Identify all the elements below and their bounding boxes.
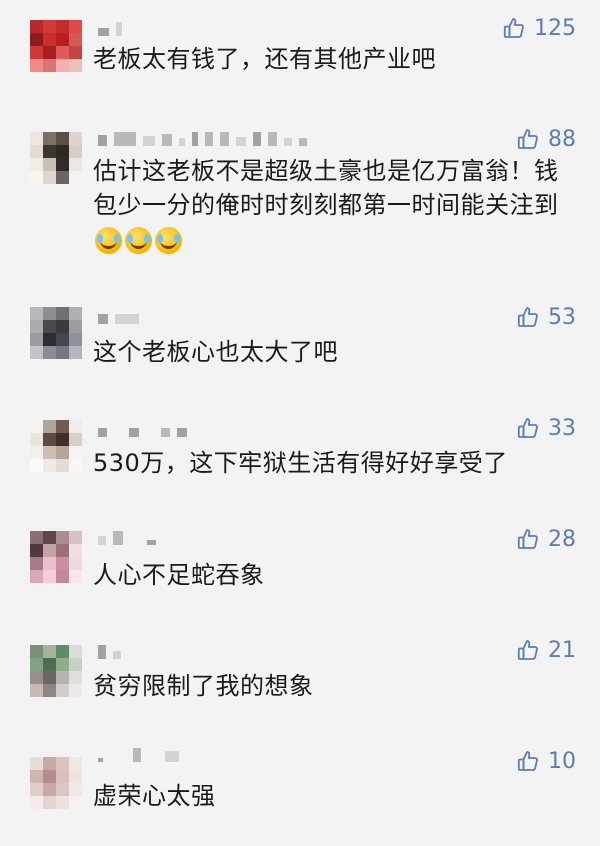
comment-item: 530万，这下牢狱生活有得好好享受了 33 xyxy=(0,413,600,513)
comment-text: 530万，这下牢狱生活有得好好享受了 xyxy=(93,449,508,477)
avatar[interactable] xyxy=(30,307,82,359)
thumbs-up-icon xyxy=(516,416,540,440)
username-blurred[interactable] xyxy=(98,645,121,659)
thumbs-up-icon xyxy=(516,527,540,551)
thumbs-up-icon xyxy=(502,16,526,40)
comment-text: 贫穷限制了我的想象 xyxy=(93,672,314,700)
avatar[interactable] xyxy=(30,20,82,72)
comment-text: 人心不足蛇吞象 xyxy=(93,561,265,589)
avatar[interactable] xyxy=(30,132,82,184)
comment-item: 这个老板心也太大了吧 53 xyxy=(0,302,600,402)
username-blurred[interactable] xyxy=(98,531,156,545)
like-count: 125 xyxy=(534,15,576,41)
avatar[interactable] xyxy=(30,420,82,472)
like-button[interactable]: 88 xyxy=(516,125,576,153)
like-button[interactable]: 53 xyxy=(516,303,576,331)
like-count: 28 xyxy=(548,526,576,552)
like-button[interactable]: 28 xyxy=(516,525,576,553)
emoji-row xyxy=(95,227,182,254)
avatar[interactable] xyxy=(30,531,82,583)
comment-text: 老板太有钱了，还有其他产业吧 xyxy=(93,45,436,73)
thumbs-up-icon xyxy=(516,749,540,773)
avatar[interactable] xyxy=(30,757,82,809)
comment-item: 老板太有钱了，还有其他产业吧 125 xyxy=(0,12,600,112)
thumbs-up-icon xyxy=(516,305,540,329)
comment-item: 贫穷限制了我的想象 21 xyxy=(0,635,600,735)
like-button[interactable]: 21 xyxy=(516,636,576,664)
crying-laughing-emoji-icon xyxy=(125,227,152,254)
like-count: 21 xyxy=(548,637,576,663)
like-button[interactable]: 33 xyxy=(516,414,576,442)
like-count: 88 xyxy=(548,126,576,152)
thumbs-up-icon xyxy=(516,638,540,662)
username-blurred[interactable] xyxy=(98,423,187,437)
comment-text-body: 估计这老板不是超级土豪也是亿万富翁！钱包少一分的俺时时刻刻都第一时间能关注到 xyxy=(93,157,559,219)
username-blurred[interactable] xyxy=(98,22,122,36)
username-blurred[interactable] xyxy=(98,310,139,324)
username-blurred[interactable] xyxy=(98,748,179,762)
like-button[interactable]: 10 xyxy=(516,747,576,775)
comment-item: 虚荣心太强 10 xyxy=(0,746,600,846)
crying-laughing-emoji-icon xyxy=(95,227,122,254)
like-count: 53 xyxy=(548,304,576,330)
like-button[interactable]: 125 xyxy=(502,14,576,42)
crying-laughing-emoji-icon xyxy=(155,227,182,254)
comment-text: 估计这老板不是超级土豪也是亿万富翁！钱包少一分的俺时时刻刻都第一时间能关注到 xyxy=(93,154,563,256)
like-count: 33 xyxy=(548,415,576,441)
username-blurred[interactable] xyxy=(98,132,307,146)
comment-text: 这个老板心也太大了吧 xyxy=(93,338,338,366)
like-count: 10 xyxy=(548,748,576,774)
comment-item: 估计这老板不是超级土豪也是亿万富翁！钱包少一分的俺时时刻刻都第一时间能关注到 8… xyxy=(0,124,600,274)
comment-item: 人心不足蛇吞象 28 xyxy=(0,524,600,624)
avatar[interactable] xyxy=(30,645,82,697)
thumbs-up-icon xyxy=(516,127,540,151)
comment-text: 虚荣心太强 xyxy=(93,782,216,810)
